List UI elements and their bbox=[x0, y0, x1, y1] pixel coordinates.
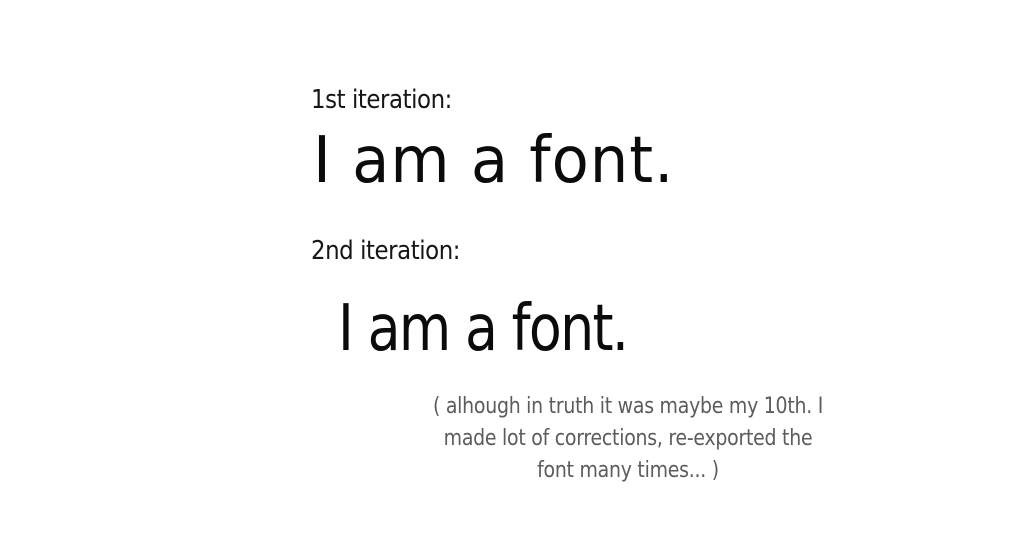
note-line: font many times... ) bbox=[537, 458, 719, 483]
note-line: ( alhough in truth it was maybe my 10th.… bbox=[432, 394, 824, 419]
note-line: made lot of corrections, re-exported the bbox=[443, 426, 813, 451]
first-iteration-label: 1st iteration: bbox=[311, 85, 452, 115]
first-iteration-sample-text: I am a font. bbox=[313, 124, 675, 198]
iteration-note: ( alhough in truth it was maybe my 10th.… bbox=[378, 391, 878, 487]
second-iteration-sample-text: I am a font. bbox=[338, 292, 629, 366]
second-iteration-label: 2nd iteration: bbox=[311, 236, 461, 266]
